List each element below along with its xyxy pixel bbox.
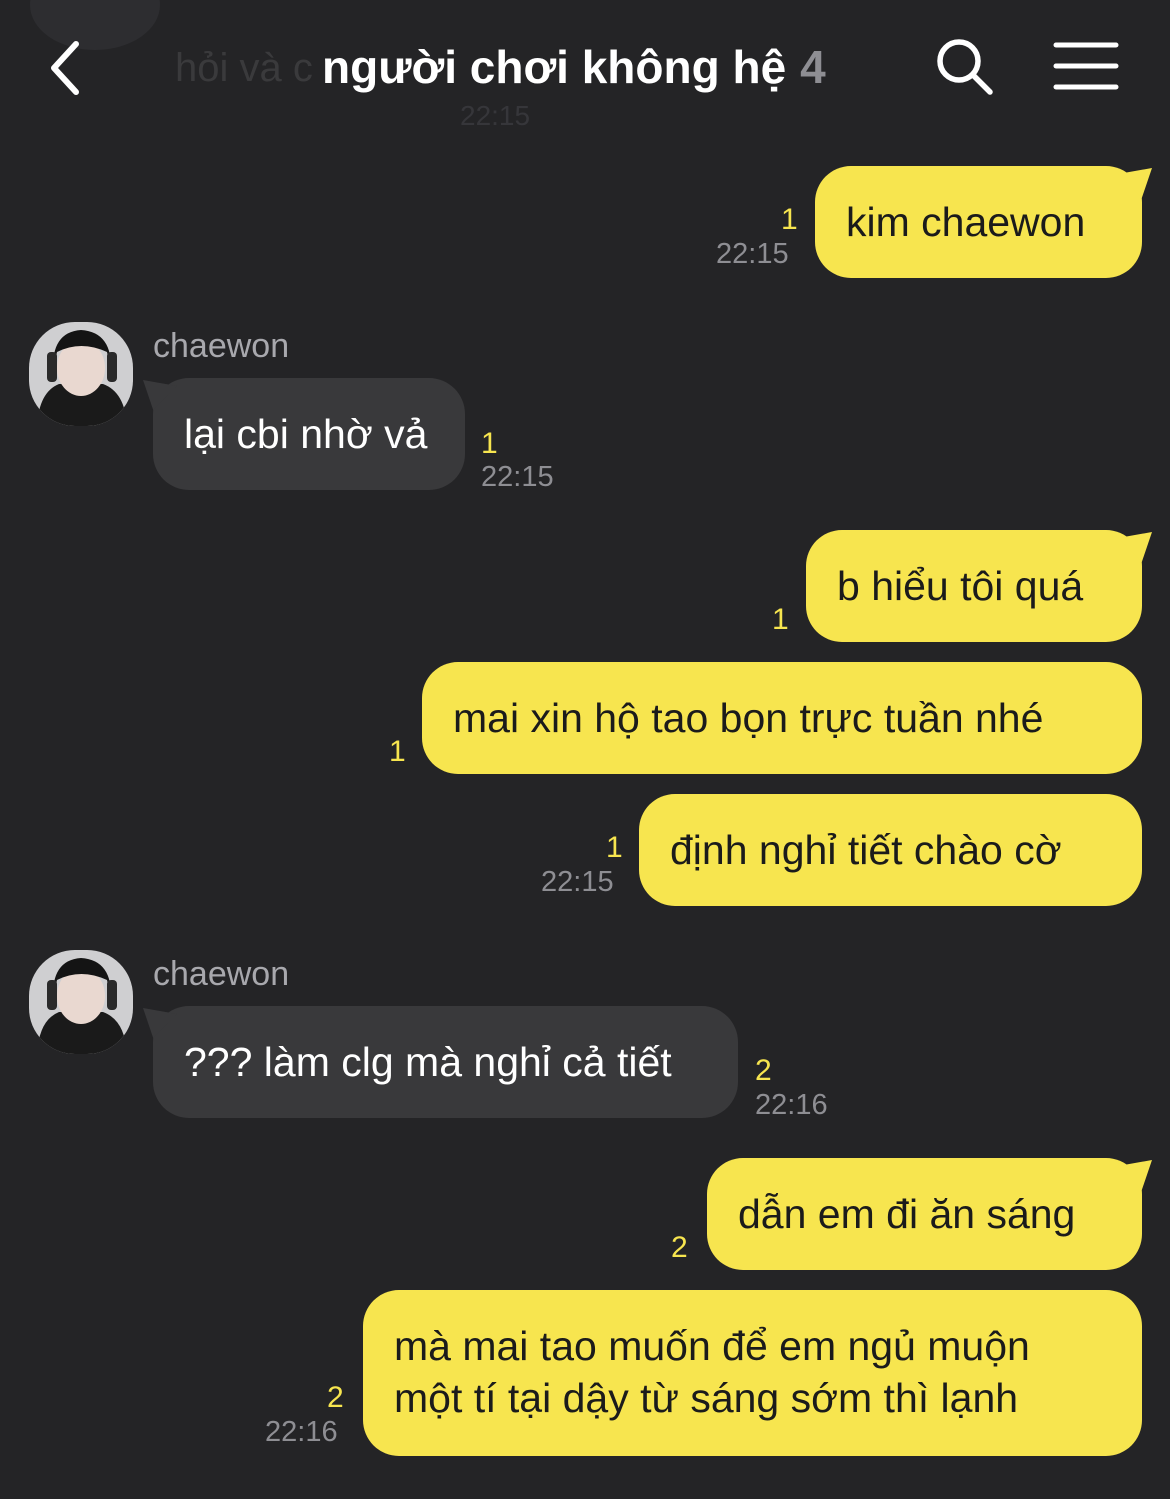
chat-header: hỏi và c 22:15 người chơi không hệ 4: [0, 0, 1170, 135]
message-text-line: một tí tại dậy từ sáng sớm thì lạnh: [394, 1375, 1019, 1421]
unread-count: 1: [772, 603, 789, 636]
outgoing-message[interactable]: kim chaewon: [815, 166, 1142, 278]
message-time: 22:16: [265, 1416, 338, 1448]
avatar-photo: [29, 322, 133, 426]
hamburger-menu-icon: [1053, 42, 1119, 90]
chat-title-text: người chơi không hệ: [322, 41, 787, 93]
message-text-line: mà mai tao muốn để em ngủ muộn: [394, 1323, 1030, 1369]
incoming-message[interactable]: ??? làm clg mà nghỉ cả tiết: [153, 1006, 738, 1118]
message-time: 22:15: [541, 866, 614, 898]
outgoing-message[interactable]: dẫn em đi ăn sáng: [707, 1158, 1142, 1270]
unread-count: 1: [781, 203, 798, 236]
chat-screen: hỏi và c 22:15 người chơi không hệ4 1 2: [0, 0, 1170, 1499]
message-time: 22:15: [481, 461, 554, 493]
avatar[interactable]: [29, 322, 133, 426]
message-text: mai xin hộ tao bọn trực tuần nhé: [453, 695, 1044, 741]
message-time: 22:16: [755, 1089, 828, 1121]
member-count: 4: [800, 41, 826, 93]
menu-button[interactable]: [1052, 40, 1120, 92]
unread-count: 1: [389, 735, 406, 768]
chevron-left-icon: [51, 41, 79, 95]
unread-count: 2: [327, 1381, 344, 1414]
unread-count: 2: [755, 1054, 772, 1087]
search-button[interactable]: [932, 34, 996, 98]
chat-title: người chơi không hệ 4: [322, 40, 826, 94]
ghost-message-time: 22:15: [460, 100, 531, 131]
message-text: kim chaewon: [846, 199, 1086, 245]
sender-name: chaewon: [153, 955, 290, 993]
message-text: ??? làm clg mà nghỉ cả tiết: [184, 1039, 672, 1085]
search-icon: [937, 39, 993, 95]
sender-name: chaewon: [153, 327, 290, 365]
avatar-photo: [29, 950, 133, 1054]
unread-count: 1: [481, 427, 498, 460]
ghost-message-preview: hỏi và c: [175, 46, 313, 90]
avatar[interactable]: [29, 950, 133, 1054]
message-text: lại cbi nhờ vả: [184, 411, 428, 457]
back-button[interactable]: [40, 36, 96, 100]
message-time: 22:15: [716, 238, 789, 270]
outgoing-message[interactable]: định nghỉ tiết chào cờ: [639, 794, 1142, 906]
outgoing-message[interactable]: mà mai tao muốn để em ngủ muộn một tí tạ…: [363, 1290, 1142, 1456]
outgoing-message[interactable]: mai xin hộ tao bọn trực tuần nhé: [422, 662, 1142, 774]
message-text: b hiểu tôi quá: [837, 563, 1084, 609]
message-text: dẫn em đi ăn sáng: [738, 1191, 1076, 1237]
unread-count: 1: [606, 831, 623, 864]
unread-count: 2: [671, 1231, 688, 1264]
message-text: định nghỉ tiết chào cờ: [670, 827, 1062, 873]
outgoing-message[interactable]: b hiểu tôi quá: [806, 530, 1142, 642]
incoming-message[interactable]: lại cbi nhờ vả: [153, 378, 465, 490]
